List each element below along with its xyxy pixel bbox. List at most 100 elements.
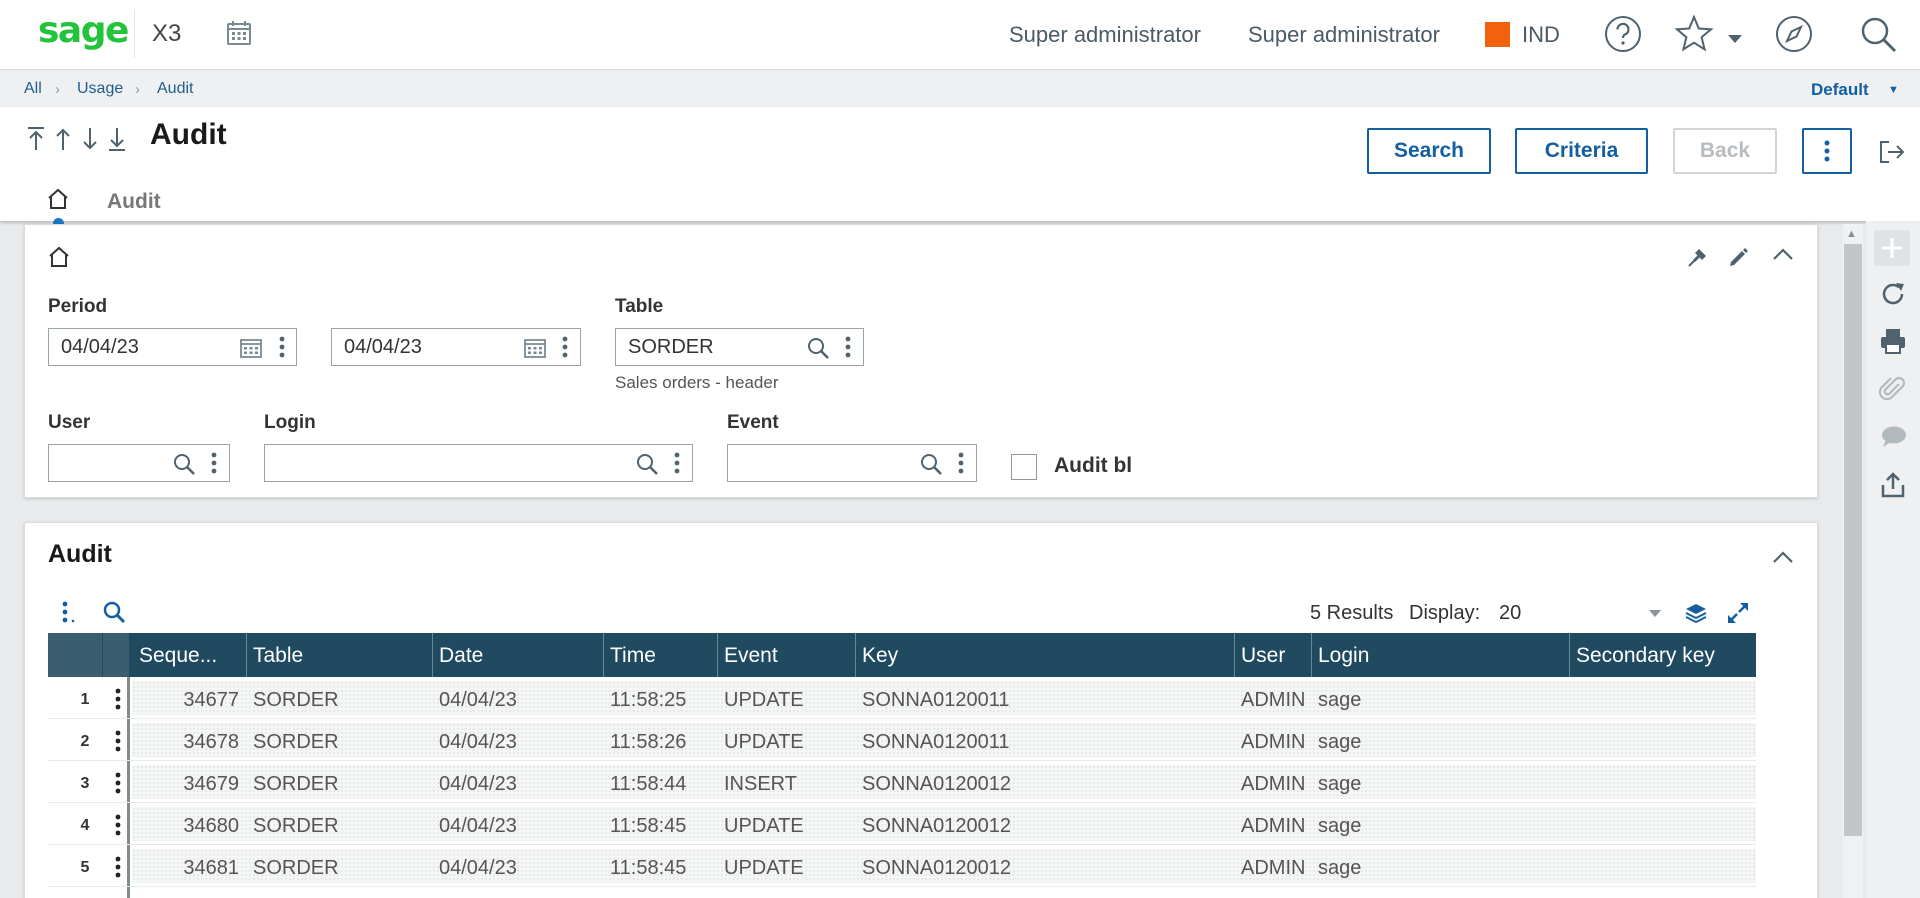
- column-header-date[interactable]: Date: [439, 644, 483, 668]
- exit-icon[interactable]: [1879, 140, 1905, 164]
- audit-bl-checkbox[interactable]: [1011, 454, 1037, 480]
- cell-sequence: 34680: [183, 815, 239, 837]
- user-link[interactable]: Super administrator: [1009, 22, 1201, 48]
- cell-date: 04/04/23: [439, 815, 517, 837]
- home-icon[interactable]: [47, 188, 69, 210]
- search-icon[interactable]: [635, 452, 659, 476]
- column-header-key[interactable]: Key: [862, 644, 898, 668]
- cell-key: SONNA0120012: [862, 773, 1011, 795]
- print-icon[interactable]: [1879, 327, 1907, 355]
- breadcrumb-audit[interactable]: Audit: [157, 80, 193, 98]
- scroll-up-arrow[interactable]: ▲: [1846, 228, 1857, 240]
- side-toolbar: [1866, 221, 1920, 898]
- cell-user: ADMIN: [1241, 773, 1306, 795]
- row-menu-icon[interactable]: [115, 772, 121, 794]
- last-record-icon[interactable]: [107, 126, 127, 152]
- breadcrumb-all[interactable]: All: [24, 80, 42, 98]
- home-icon[interactable]: [48, 246, 70, 268]
- calendar-icon[interactable]: [226, 20, 252, 46]
- row-menu-icon[interactable]: [115, 688, 121, 710]
- criteria-button[interactable]: Criteria: [1515, 128, 1648, 174]
- edit-icon[interactable]: [1727, 245, 1751, 269]
- calendar-icon[interactable]: [240, 337, 262, 358]
- event-label: Event: [727, 412, 779, 433]
- field-menu-icon[interactable]: [211, 452, 217, 474]
- column-header-user[interactable]: User: [1241, 644, 1285, 668]
- cell-time: 11:58:25: [610, 689, 687, 711]
- column-header-time[interactable]: Time: [610, 644, 656, 668]
- cell-event: INSERT: [724, 773, 797, 795]
- row-menu-icon[interactable]: [115, 814, 121, 836]
- search-icon[interactable]: [172, 452, 196, 476]
- cell-event: UPDATE: [724, 689, 804, 711]
- star-icon[interactable]: [1674, 14, 1714, 54]
- pin-icon[interactable]: [1686, 245, 1710, 269]
- tab-audit[interactable]: Audit: [107, 190, 161, 214]
- cell-key: SONNA0120011: [862, 689, 1010, 711]
- cell-user: ADMIN: [1241, 857, 1306, 879]
- cell-time: 11:58:45: [610, 857, 687, 879]
- chevron-down-icon[interactable]: [1727, 34, 1743, 44]
- more-actions-button[interactable]: [1802, 128, 1852, 174]
- field-menu-icon[interactable]: [674, 452, 680, 474]
- company-color-swatch: [1485, 22, 1510, 47]
- previous-record-icon[interactable]: [53, 126, 73, 152]
- search-icon[interactable]: [1858, 14, 1898, 54]
- column-divider: [1311, 633, 1312, 677]
- row-number: 3: [80, 775, 90, 792]
- breadcrumb-usage[interactable]: Usage: [77, 80, 123, 98]
- expand-icon[interactable]: [1726, 601, 1750, 625]
- search-icon[interactable]: [806, 336, 830, 360]
- scrollbar-thumb[interactable]: [1844, 244, 1862, 836]
- column-header-secondary-key[interactable]: Secondary key: [1576, 644, 1715, 668]
- search-icon[interactable]: [919, 452, 943, 476]
- refresh-icon[interactable]: [1879, 280, 1907, 308]
- column-header-sequence[interactable]: Seque...: [139, 644, 217, 668]
- cell-time: 11:58:44: [610, 773, 687, 795]
- row-menu-icon[interactable]: [115, 856, 121, 878]
- help-icon[interactable]: [1603, 14, 1643, 54]
- field-menu-icon[interactable]: [845, 336, 851, 358]
- first-record-icon[interactable]: [26, 126, 46, 152]
- login-field[interactable]: [264, 444, 693, 482]
- column-divider: [1234, 633, 1235, 677]
- display-select[interactable]: 20: [1499, 602, 1521, 625]
- column-header-login[interactable]: Login: [1318, 644, 1369, 668]
- cell-key: SONNA0120012: [862, 815, 1011, 837]
- caret-down-icon[interactable]: [1648, 609, 1662, 618]
- page-title: Audit: [150, 118, 227, 151]
- period-from-value: 04/04/23: [61, 336, 139, 358]
- layers-icon[interactable]: [1684, 601, 1708, 625]
- cell-time: 11:58:45: [610, 815, 687, 837]
- caret-down-icon[interactable]: ▼: [1888, 84, 1899, 96]
- attachment-icon[interactable]: [1879, 375, 1907, 403]
- column-header-event[interactable]: Event: [724, 644, 778, 668]
- cell-key: SONNA0120011: [862, 731, 1010, 753]
- role-link[interactable]: Super administrator: [1248, 22, 1440, 48]
- search-button[interactable]: Search: [1367, 128, 1491, 174]
- user-field[interactable]: [48, 444, 230, 482]
- company-code[interactable]: IND: [1522, 22, 1560, 48]
- comment-icon[interactable]: [1879, 424, 1907, 450]
- export-icon[interactable]: [1879, 471, 1907, 499]
- collapse-icon[interactable]: [1772, 550, 1794, 564]
- search-icon[interactable]: [102, 600, 126, 624]
- row-menu-icon[interactable]: [115, 730, 121, 752]
- back-button[interactable]: Back: [1673, 128, 1777, 174]
- column-header-table[interactable]: Table: [253, 644, 303, 668]
- compass-icon[interactable]: [1774, 14, 1814, 54]
- cell-sequence: 34678: [183, 731, 239, 753]
- next-record-icon[interactable]: [80, 126, 100, 152]
- plus-icon[interactable]: [1874, 230, 1910, 266]
- grid-menu-icon[interactable]: [62, 601, 76, 623]
- cell-login: sage: [1318, 857, 1362, 879]
- collapse-icon[interactable]: [1772, 247, 1794, 261]
- cell-sequence: 34677: [183, 689, 239, 711]
- layout-selector[interactable]: Default: [1811, 80, 1869, 100]
- field-menu-icon[interactable]: [279, 336, 285, 358]
- field-menu-icon[interactable]: [562, 336, 568, 358]
- calendar-icon[interactable]: [524, 337, 546, 358]
- sage-logo[interactable]: sage: [38, 10, 129, 51]
- cell-time: 11:58:26: [610, 731, 687, 753]
- field-menu-icon[interactable]: [958, 452, 964, 474]
